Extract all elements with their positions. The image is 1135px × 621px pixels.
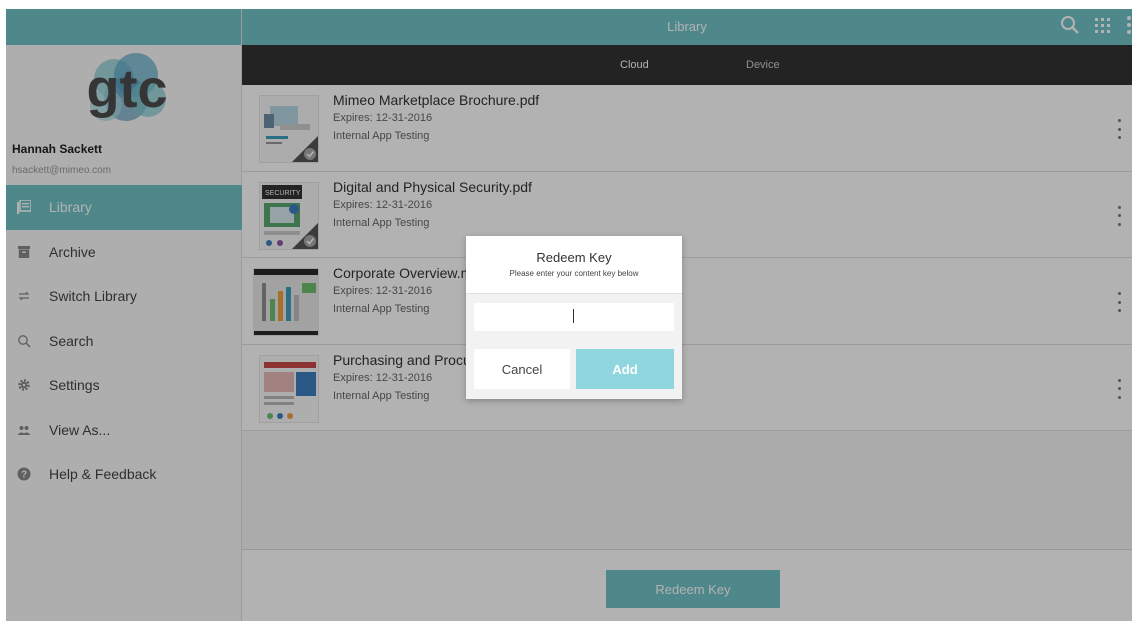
dialog-title: Redeem Key: [536, 250, 612, 265]
content-key-input[interactable]: [474, 303, 674, 331]
dialog-subtitle: Please enter your content key below: [509, 269, 639, 278]
text-cursor: [573, 309, 574, 323]
cancel-button[interactable]: Cancel: [474, 349, 570, 389]
add-button[interactable]: Add: [576, 349, 674, 389]
dialog-body: Cancel Add: [466, 294, 682, 399]
redeem-key-dialog: Redeem Key Please enter your content key…: [466, 236, 682, 399]
dialog-header: Redeem Key Please enter your content key…: [466, 236, 682, 294]
app-window: gtc Hannah Sackett hsackett@mimeo.com Li…: [6, 9, 1132, 621]
